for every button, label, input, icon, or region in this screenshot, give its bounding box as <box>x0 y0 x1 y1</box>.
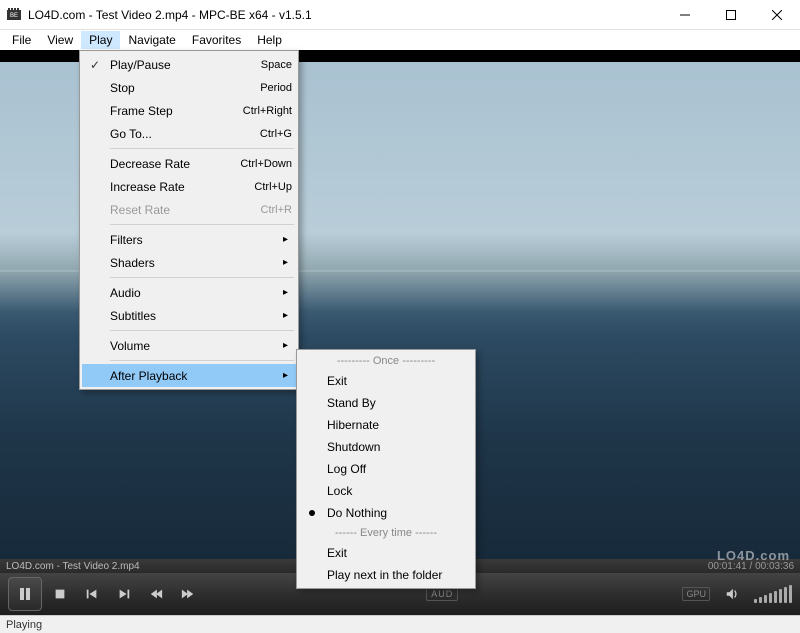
statusbar: Playing <box>0 615 800 633</box>
menu-separator <box>110 277 294 278</box>
submenu-standby[interactable]: Stand By <box>299 392 473 414</box>
menu-stop[interactable]: Stop Period <box>82 76 296 99</box>
chevron-right-icon: ▸ <box>283 310 288 321</box>
menu-shaders[interactable]: Shaders ▸ <box>82 251 296 274</box>
menu-separator <box>110 148 294 149</box>
gpu-indicator[interactable]: GPU <box>682 587 710 601</box>
step-forward-button[interactable] <box>174 580 202 608</box>
menu-help[interactable]: Help <box>249 31 290 49</box>
menu-navigate[interactable]: Navigate <box>120 31 183 49</box>
submenu-header-every: ------ Every time ------ <box>299 524 473 542</box>
submenu-play-next[interactable]: Play next in the folder <box>299 564 473 586</box>
menu-increase-rate[interactable]: Increase Rate Ctrl+Up <box>82 175 296 198</box>
chevron-right-icon: ▸ <box>283 234 288 245</box>
window-controls <box>662 0 800 30</box>
volume-slider[interactable] <box>754 585 792 603</box>
menu-after-playback[interactable]: After Playback ▸ <box>82 364 296 387</box>
menu-play[interactable]: Play <box>81 31 120 49</box>
submenu-do-nothing[interactable]: Do Nothing <box>299 502 473 524</box>
submenu-exit-every[interactable]: Exit <box>299 542 473 564</box>
menu-subtitles[interactable]: Subtitles ▸ <box>82 304 296 327</box>
stop-button[interactable] <box>46 580 74 608</box>
menu-favorites[interactable]: Favorites <box>184 31 249 49</box>
chevron-right-icon: ▸ <box>283 340 288 351</box>
menu-separator <box>110 224 294 225</box>
close-button[interactable] <box>754 0 800 30</box>
svg-text:BE: BE <box>10 13 18 19</box>
app-icon: BE <box>6 7 22 23</box>
menu-audio[interactable]: Audio ▸ <box>82 281 296 304</box>
status-text: Playing <box>6 619 42 631</box>
menu-filters[interactable]: Filters ▸ <box>82 228 296 251</box>
menu-view[interactable]: View <box>39 31 81 49</box>
window-title: LO4D.com - Test Video 2.mp4 - MPC-BE x64… <box>28 8 662 22</box>
submenu-lock[interactable]: Lock <box>299 480 473 502</box>
submenu-logoff[interactable]: Log Off <box>299 458 473 480</box>
submenu-hibernate[interactable]: Hibernate <box>299 414 473 436</box>
titlebar: BE LO4D.com - Test Video 2.mp4 - MPC-BE … <box>0 0 800 30</box>
mute-button[interactable] <box>718 580 746 608</box>
previous-button[interactable] <box>78 580 106 608</box>
menu-separator <box>110 360 294 361</box>
chevron-right-icon: ▸ <box>283 257 288 268</box>
submenu-shutdown[interactable]: Shutdown <box>299 436 473 458</box>
radio-selected-icon <box>309 510 315 516</box>
after-playback-submenu: --------- Once --------- Exit Stand By H… <box>296 349 476 589</box>
menu-reset-rate: Reset Rate Ctrl+R <box>82 198 296 221</box>
audio-indicator[interactable]: AUD <box>426 587 458 601</box>
menu-play-pause[interactable]: ✓ Play/Pause Space <box>82 53 296 76</box>
check-icon: ✓ <box>90 58 100 72</box>
maximize-button[interactable] <box>708 0 754 30</box>
pause-button[interactable] <box>8 577 42 611</box>
menu-go-to[interactable]: Go To... Ctrl+G <box>82 122 296 145</box>
chevron-right-icon: ▸ <box>283 287 288 298</box>
submenu-header-once: --------- Once --------- <box>299 352 473 370</box>
chevron-right-icon: ▸ <box>283 370 288 381</box>
play-dropdown: ✓ Play/Pause Space Stop Period Frame Ste… <box>79 50 299 390</box>
menu-separator <box>110 330 294 331</box>
minimize-button[interactable] <box>662 0 708 30</box>
menu-decrease-rate[interactable]: Decrease Rate Ctrl+Down <box>82 152 296 175</box>
menu-frame-step[interactable]: Frame Step Ctrl+Right <box>82 99 296 122</box>
menu-file[interactable]: File <box>4 31 39 49</box>
step-back-button[interactable] <box>142 580 170 608</box>
menu-volume[interactable]: Volume ▸ <box>82 334 296 357</box>
next-button[interactable] <box>110 580 138 608</box>
menubar: File View Play Navigate Favorites Help <box>0 30 800 50</box>
watermark: LO4D.com <box>717 548 790 563</box>
submenu-exit[interactable]: Exit <box>299 370 473 392</box>
